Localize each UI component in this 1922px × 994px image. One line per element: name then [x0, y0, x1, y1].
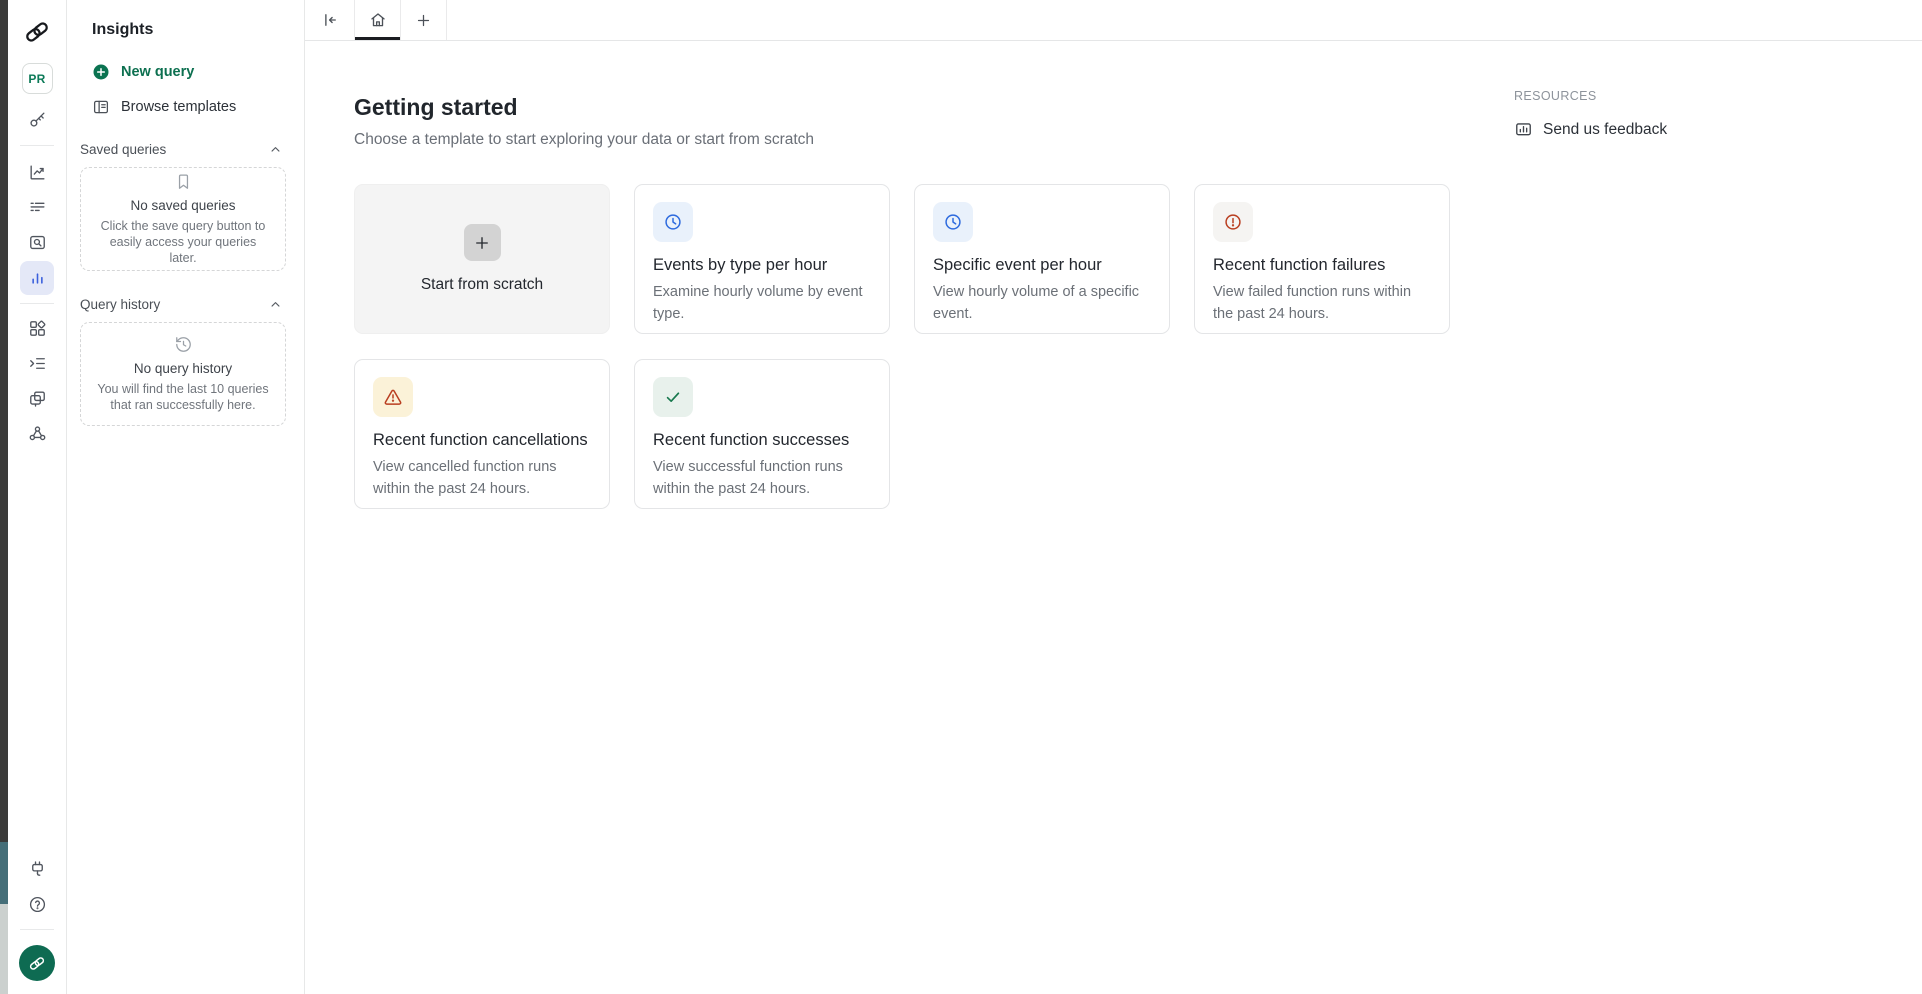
clock-icon — [653, 202, 693, 242]
rail-divider — [20, 929, 54, 930]
edge-dark-segment — [0, 0, 8, 842]
feedback-icon — [1514, 120, 1533, 139]
metrics-icon[interactable] — [28, 163, 47, 182]
rail-divider — [20, 303, 54, 304]
nav-rail: PR — [8, 0, 67, 994]
alert-circle-icon — [1213, 202, 1253, 242]
new-query-button[interactable]: New query — [92, 63, 286, 81]
runs-icon[interactable] — [28, 354, 47, 373]
query-history-empty-state: No query history You will find the last … — [80, 322, 286, 426]
background-window-edge — [0, 0, 8, 994]
edge-teal-segment — [0, 842, 8, 904]
collapse-sidebar-button[interactable] — [305, 0, 355, 40]
template-card[interactable]: Recent function successes View successfu… — [634, 359, 890, 509]
template-title: Recent function successes — [653, 431, 871, 450]
functions-icon[interactable] — [28, 389, 47, 408]
plus-icon — [464, 224, 501, 261]
user-avatar[interactable] — [19, 945, 55, 981]
home-tab[interactable] — [355, 0, 401, 40]
chevron-up-icon[interactable] — [268, 142, 283, 157]
history-icon — [174, 335, 193, 354]
events-icon[interactable] — [28, 197, 47, 216]
saved-queries-empty-state: No saved queries Click the save query bu… — [80, 167, 286, 271]
template-description: View cancelled function runs within the … — [373, 457, 591, 501]
query-history-label: Query history — [80, 297, 160, 312]
insights-icon[interactable] — [20, 261, 54, 295]
home-icon — [369, 11, 387, 29]
bookmark-icon — [174, 172, 193, 191]
saved-queries-header: Saved queries — [80, 142, 286, 157]
start-from-scratch-card[interactable]: Start from scratch — [354, 184, 610, 334]
webhooks-icon[interactable] — [28, 424, 47, 443]
template-card[interactable]: Recent function cancellations View cance… — [354, 359, 610, 509]
getting-started-panel: Getting started Choose a template to sta… — [305, 41, 1922, 994]
collapse-sidebar-icon — [321, 11, 339, 29]
templates-panel-icon — [92, 98, 110, 116]
template-card[interactable]: Events by type per hour Examine hourly v… — [634, 184, 890, 334]
template-description: View hourly volume of a specific event. — [933, 282, 1151, 326]
template-cards-grid: Start from scratch Events by type per ho… — [354, 184, 1922, 509]
apps-icon[interactable] — [28, 319, 47, 338]
empty-state-title: No query history — [134, 361, 232, 376]
template-title: Recent function failures — [1213, 256, 1431, 275]
start-from-scratch-label: Start from scratch — [421, 276, 543, 294]
edge-light-segment — [0, 904, 8, 994]
dev-server-icon[interactable] — [28, 859, 47, 878]
template-description: View failed function runs within the pas… — [1213, 282, 1431, 326]
resources-header: RESOURCES — [1514, 89, 1834, 103]
app-window: PR — [0, 0, 1922, 994]
template-card[interactable]: Specific event per hour View hourly volu… — [914, 184, 1170, 334]
check-icon — [653, 377, 693, 417]
sidebar-title: Insights — [92, 21, 286, 39]
resources-section: RESOURCES Send us feedback — [1514, 89, 1834, 139]
template-description: Examine hourly volume by event type. — [653, 282, 871, 326]
send-feedback-link[interactable]: Send us feedback — [1514, 120, 1834, 139]
signing-key-icon[interactable] — [28, 110, 47, 129]
plus-icon — [415, 12, 432, 29]
empty-state-title: No saved queries — [130, 198, 235, 213]
new-query-label: New query — [121, 64, 194, 80]
send-feedback-label: Send us feedback — [1543, 121, 1667, 139]
query-tab-bar — [305, 0, 1922, 41]
alert-triangle-icon — [373, 377, 413, 417]
chevron-up-icon[interactable] — [268, 297, 283, 312]
browse-templates-label: Browse templates — [121, 99, 236, 115]
help-icon[interactable] — [28, 895, 47, 914]
event-search-icon[interactable] — [28, 233, 47, 252]
template-title: Recent function cancellations — [373, 431, 591, 450]
template-title: Events by type per hour — [653, 256, 871, 275]
empty-state-description: You will find the last 10 queries that r… — [95, 381, 271, 414]
browse-templates-button[interactable]: Browse templates — [92, 98, 286, 116]
saved-queries-label: Saved queries — [80, 142, 166, 157]
empty-state-description: Click the save query button to easily ac… — [95, 218, 271, 267]
template-description: View successful function runs within the… — [653, 457, 871, 501]
template-card[interactable]: Recent function failures View failed fun… — [1194, 184, 1450, 334]
insights-sidebar: Insights New query Browse templates Save… — [67, 0, 305, 994]
inngest-logo[interactable] — [22, 19, 52, 45]
clock-icon — [933, 202, 973, 242]
template-title: Specific event per hour — [933, 256, 1151, 275]
query-history-header: Query history — [80, 297, 286, 312]
new-tab-button[interactable] — [401, 0, 447, 40]
rail-divider — [20, 145, 54, 146]
plus-circle-icon — [92, 63, 110, 81]
main-area: Getting started Choose a template to sta… — [305, 0, 1922, 994]
environment-badge[interactable]: PR — [22, 63, 53, 94]
